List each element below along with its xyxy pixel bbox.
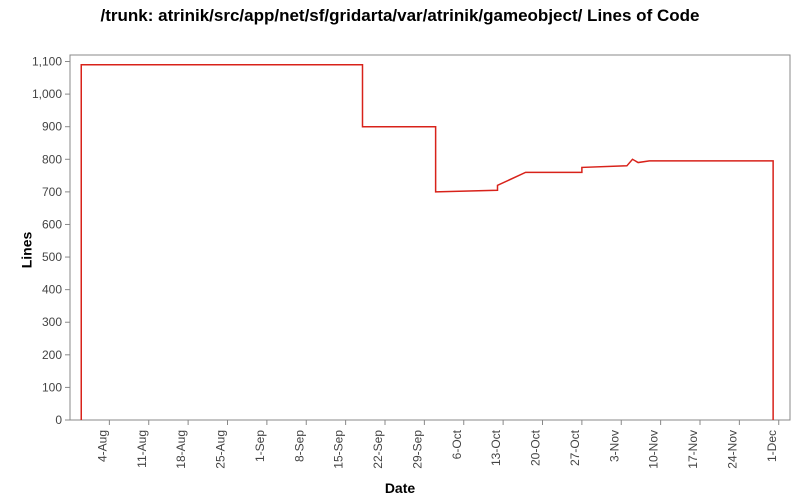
chart-title: /trunk: atrinik/src/app/net/sf/gridarta/… <box>0 6 800 26</box>
x-tick-label: 10-Nov <box>647 430 661 469</box>
y-tick-label: 700 <box>42 185 62 199</box>
y-tick-label: 600 <box>42 217 62 231</box>
x-tick-label: 18-Aug <box>174 430 188 469</box>
x-tick-label: 3-Nov <box>607 430 621 462</box>
x-tick-label: 27-Oct <box>568 429 582 466</box>
x-tick-label: 20-Oct <box>529 429 543 466</box>
x-tick-label: 13-Oct <box>489 429 503 466</box>
x-tick-label: 17-Nov <box>686 430 700 469</box>
x-tick-label: 15-Sep <box>332 430 346 469</box>
x-tick-label: 4-Aug <box>95 430 109 462</box>
y-tick-label: 900 <box>42 120 62 134</box>
x-tick-label: 1-Sep <box>253 430 267 462</box>
x-tick-label: 6-Oct <box>450 429 464 459</box>
y-axis-label: Lines <box>18 232 34 269</box>
x-tick-label: 11-Aug <box>135 430 149 468</box>
y-tick-label: 1,100 <box>32 55 62 69</box>
chart-svg: 0 100 200 300 400 500 600 700 800 900 1,000 1,100 4-… <box>0 0 800 500</box>
x-axis-label: Date <box>0 480 800 496</box>
x-tick-label: 8-Sep <box>292 430 306 462</box>
y-tick-label: 500 <box>42 250 62 264</box>
y-tick-label: 1,000 <box>32 87 62 101</box>
data-series-line <box>81 65 773 420</box>
x-tick-label: 25-Aug <box>214 430 228 469</box>
y-tick-label: 400 <box>42 283 62 297</box>
plot-area <box>70 55 790 420</box>
x-tick-label: 24-Nov <box>725 430 739 469</box>
x-tick-label: 22-Sep <box>371 430 385 469</box>
y-tick-label: 300 <box>42 315 62 329</box>
y-tick-label: 0 <box>55 413 62 427</box>
y-tick-label: 200 <box>42 348 62 362</box>
y-tick-label: 800 <box>42 152 62 166</box>
x-tick-label: 29-Sep <box>410 430 424 469</box>
y-tick-label: 100 <box>42 380 62 394</box>
chart-container: /trunk: atrinik/src/app/net/sf/gridarta/… <box>0 0 800 500</box>
x-tick-label: 1-Dec <box>765 430 779 462</box>
